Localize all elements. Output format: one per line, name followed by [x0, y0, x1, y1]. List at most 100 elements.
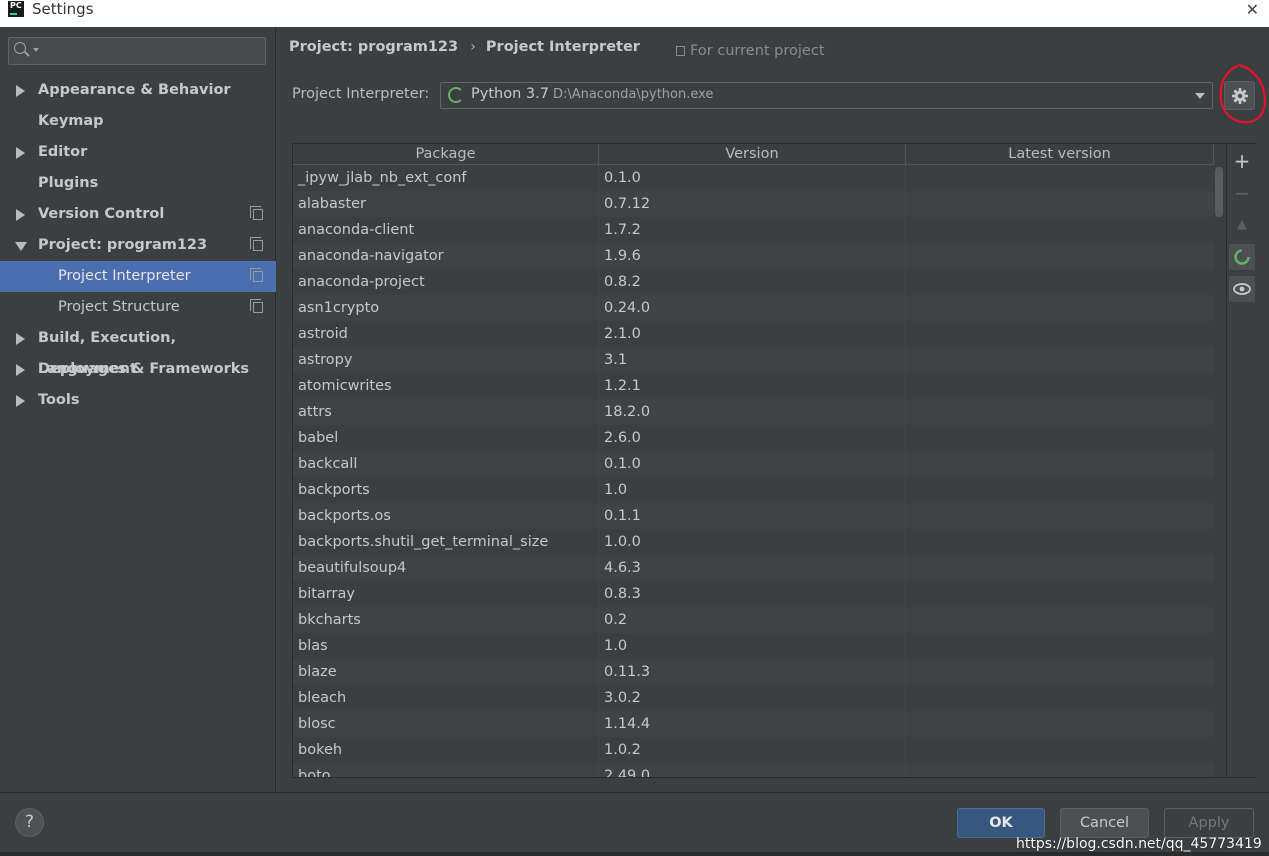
table-row[interactable]: blosc 1.14.4 — [293, 711, 1214, 737]
table-row[interactable]: backports.shutil_get_terminal_size 1.0.0 — [293, 529, 1214, 555]
chevron-down-icon[interactable] — [15, 242, 27, 251]
table-row[interactable]: bleach 3.0.2 — [293, 685, 1214, 711]
table-row[interactable]: boto 2.49.0 — [293, 763, 1214, 777]
search-history-icon[interactable] — [33, 48, 39, 52]
chevron-right-icon[interactable] — [16, 395, 25, 407]
chevron-right-icon[interactable] — [16, 147, 25, 159]
column-header-latest-version[interactable]: Latest version — [906, 144, 1214, 164]
package-name-cell: blaze — [293, 659, 599, 685]
vertical-scrollbar[interactable] — [1214, 165, 1224, 777]
table-row[interactable]: asn1crypto 0.24.0 — [293, 295, 1214, 321]
latest-version-cell — [906, 295, 1214, 321]
table-row[interactable]: bkcharts 0.2 — [293, 607, 1214, 633]
table-row[interactable]: alabaster 0.7.12 — [293, 191, 1214, 217]
version-cell: 1.0.0 — [599, 529, 906, 555]
eye-icon — [1233, 283, 1251, 295]
interpreter-value: Python 3.7 D:\Anaconda\python.exe — [471, 86, 713, 102]
breadcrumb: Project: program123 › Project Interpreter — [289, 39, 640, 55]
package-name-cell: atomicwrites — [293, 373, 599, 399]
package-name-cell: anaconda-client — [293, 217, 599, 243]
refresh-button[interactable] — [1229, 244, 1255, 270]
table-row[interactable]: blas 1.0 — [293, 633, 1214, 659]
table-row[interactable]: astropy 3.1 — [293, 347, 1214, 373]
sidebar-item-label: Keymap — [38, 113, 104, 129]
version-cell: 0.1.1 — [599, 503, 906, 529]
upgrade-package-button[interactable]: ▲ — [1229, 212, 1255, 238]
latest-version-cell — [906, 191, 1214, 217]
table-row[interactable]: beautifulsoup4 4.6.3 — [293, 555, 1214, 581]
table-row[interactable]: backports.os 0.1.1 — [293, 503, 1214, 529]
sidebar-item-label: Project: program123 — [38, 237, 208, 253]
interpreter-settings-button[interactable] — [1224, 81, 1255, 110]
table-row[interactable]: bitarray 0.8.3 — [293, 581, 1214, 607]
package-name-cell: boto — [293, 763, 599, 777]
chevron-right-icon[interactable] — [16, 85, 25, 97]
sidebar-item-label: Languages & Frameworks — [38, 361, 250, 377]
sidebar-item-project-structure[interactable]: Project Structure — [0, 292, 276, 323]
settings-tree: Appearance & Behavior Keymap Editor Plugins… — [0, 75, 276, 416]
scrollbar-thumb[interactable] — [1215, 167, 1223, 217]
table-row[interactable]: atomicwrites 1.2.1 — [293, 373, 1214, 399]
column-header-package[interactable]: Package — [293, 144, 599, 164]
table-row[interactable]: anaconda-project 0.8.2 — [293, 269, 1214, 295]
settings-search-box[interactable] — [8, 37, 266, 65]
table-row[interactable]: _ipyw_jlab_nb_ext_conf 0.1.0 — [293, 165, 1214, 191]
add-package-button[interactable]: + — [1229, 148, 1255, 174]
table-row[interactable]: bokeh 1.0.2 — [293, 737, 1214, 763]
version-cell: 2.6.0 — [599, 425, 906, 451]
sidebar-item-label: Project Interpreter — [58, 268, 191, 284]
table-row[interactable]: blaze 0.11.3 — [293, 659, 1214, 685]
apply-button[interactable]: Apply — [1164, 808, 1254, 838]
chevron-right-icon[interactable] — [16, 333, 25, 345]
sidebar-item-keymap[interactable]: Keymap — [0, 106, 276, 137]
sidebar-item-plugins[interactable]: Plugins — [0, 168, 276, 199]
latest-version-cell — [906, 269, 1214, 295]
version-cell: 4.6.3 — [599, 555, 906, 581]
column-header-version[interactable]: Version — [599, 144, 906, 164]
sidebar-item-version-control[interactable]: Version Control — [0, 199, 276, 230]
interpreter-select[interactable]: Python 3.7 D:\Anaconda\python.exe — [440, 82, 1213, 109]
close-icon[interactable]: ✕ — [1246, 0, 1259, 19]
version-cell: 0.8.2 — [599, 269, 906, 295]
table-row[interactable]: anaconda-client 1.7.2 — [293, 217, 1214, 243]
ok-button[interactable]: OK — [957, 808, 1045, 838]
table-body[interactable]: _ipyw_jlab_nb_ext_conf 0.1.0 alabaster 0.7.… — [293, 165, 1214, 777]
packages-table: Package Version Latest version _ipyw_jlab_… — [292, 143, 1257, 778]
for-current-project-text: For current project — [690, 43, 825, 59]
package-name-cell: backcall — [293, 451, 599, 477]
version-cell: 0.8.3 — [599, 581, 906, 607]
latest-version-cell — [906, 529, 1214, 555]
chevron-down-icon[interactable] — [1195, 93, 1205, 99]
sidebar-item-languages-frameworks[interactable]: Languages & Frameworks — [0, 354, 276, 385]
package-name-cell: anaconda-project — [293, 269, 599, 295]
chevron-right-icon[interactable] — [16, 364, 25, 376]
sidebar-item-project-interpreter[interactable]: Project Interpreter — [0, 261, 276, 292]
chevron-right-icon[interactable] — [16, 209, 25, 221]
table-row[interactable]: backports 1.0 — [293, 477, 1214, 503]
sidebar-item-project-program123[interactable]: Project: program123 — [0, 230, 276, 261]
remove-package-button[interactable]: − — [1229, 180, 1255, 206]
cancel-button[interactable]: Cancel — [1060, 808, 1149, 838]
table-row[interactable]: attrs 18.2.0 — [293, 399, 1214, 425]
help-button[interactable]: ? — [15, 808, 44, 837]
settings-sidebar: Appearance & Behavior Keymap Editor Plugins… — [0, 27, 276, 792]
latest-version-cell — [906, 243, 1214, 269]
package-name-cell: astropy — [293, 347, 599, 373]
sidebar-item-tools[interactable]: Tools — [0, 385, 276, 416]
sidebar-item-appearance-behavior[interactable]: Appearance & Behavior — [0, 75, 276, 106]
table-row[interactable]: anaconda-navigator 1.9.6 — [293, 243, 1214, 269]
version-cell: 3.1 — [599, 347, 906, 373]
sidebar-item-build-execution-deployment[interactable]: Build, Execution, Deployment — [0, 323, 276, 377]
table-row[interactable]: backcall 0.1.0 — [293, 451, 1214, 477]
table-row[interactable]: astroid 2.1.0 — [293, 321, 1214, 347]
latest-version-cell — [906, 555, 1214, 581]
table-row[interactable]: babel 2.6.0 — [293, 425, 1214, 451]
version-cell: 1.0 — [599, 633, 906, 659]
settings-search-input[interactable] — [41, 40, 261, 62]
show-early-releases-button[interactable] — [1229, 276, 1255, 302]
latest-version-cell — [906, 451, 1214, 477]
package-name-cell: blas — [293, 633, 599, 659]
project-scope-icon — [250, 268, 263, 282]
sidebar-item-editor[interactable]: Editor — [0, 137, 276, 168]
latest-version-cell — [906, 373, 1214, 399]
